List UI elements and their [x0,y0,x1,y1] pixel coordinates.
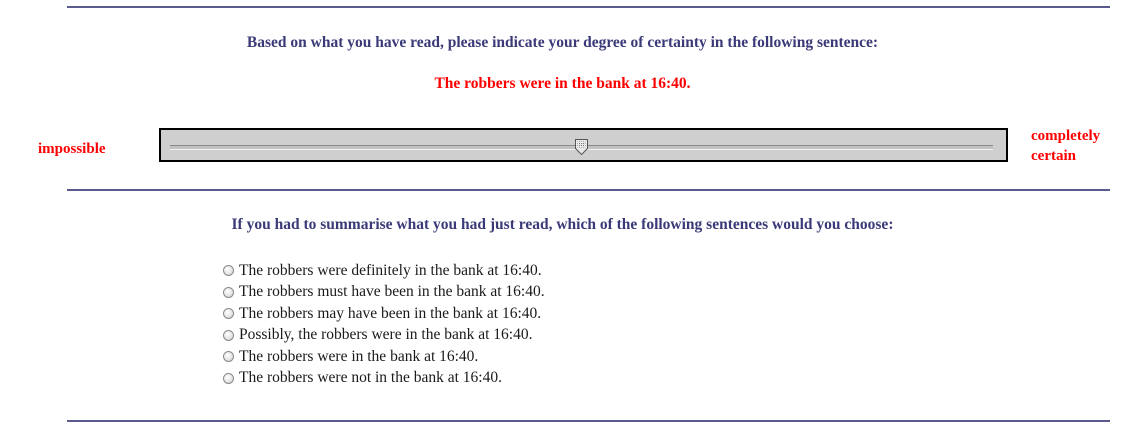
option-label: The robbers may have been in the bank at… [239,304,542,322]
summary-option[interactable]: The robbers were not in the bank at 16:4… [223,368,545,390]
middle-divider [67,189,1110,191]
summary-options: The robbers were definitely in the bank … [223,260,545,389]
target-statement: The robbers were in the bank at 16:40. [434,75,691,92]
summary-question: If you had to summarise what you had jus… [231,216,894,233]
option-label: The robbers were definitely in the bank … [239,261,542,279]
radio-button[interactable] [223,286,234,298]
slider-min-label: impossible [38,141,106,157]
slider-thumb[interactable] [575,139,588,155]
radio-button[interactable] [223,329,234,341]
certainty-question: Based on what you have read, please indi… [246,34,879,51]
slider-max-label-line1: completely [1031,128,1101,144]
option-label: The robbers were in the bank at 16:40. [239,347,479,365]
slider-max-label: completely certain [1031,126,1100,166]
slider-max-label-line2: certain [1031,148,1076,164]
bottom-divider [67,420,1110,422]
summary-option[interactable]: The robbers must have been in the bank a… [223,282,545,304]
top-divider [67,6,1110,8]
certainty-slider[interactable] [159,128,1008,162]
radio-button[interactable] [223,308,234,320]
option-label: The robbers were not in the bank at 16:4… [239,369,502,387]
summary-option[interactable]: The robbers were definitely in the bank … [223,260,545,282]
summary-option[interactable]: The robbers were in the bank at 16:40. [223,346,545,368]
radio-button[interactable] [223,265,234,277]
option-label: The robbers must have been in the bank a… [239,283,545,301]
radio-button[interactable] [223,351,234,363]
summary-option[interactable]: The robbers may have been in the bank at… [223,303,545,325]
summary-option[interactable]: Possibly, the robbers were in the bank a… [223,325,545,347]
option-label: Possibly, the robbers were in the bank a… [239,326,533,344]
radio-button[interactable] [223,372,234,384]
